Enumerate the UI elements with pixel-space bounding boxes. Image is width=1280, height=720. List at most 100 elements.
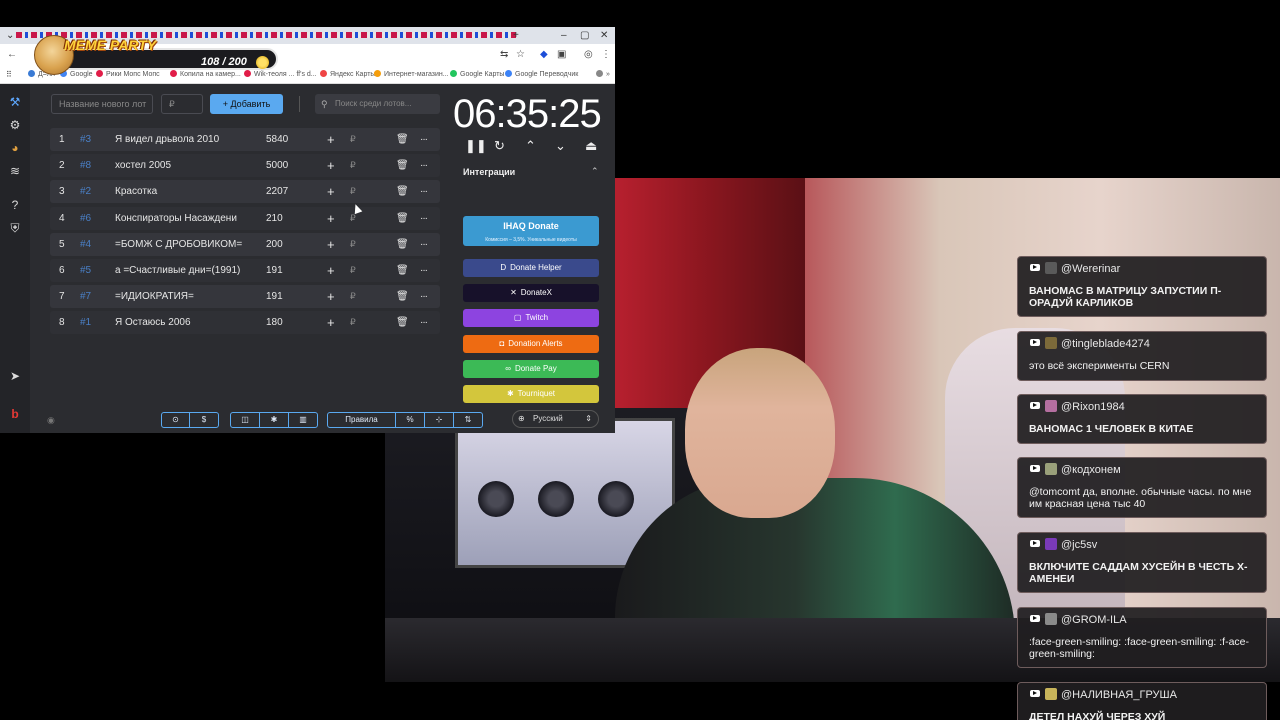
add-amount-icon[interactable]: + [327,233,335,256]
lot-id[interactable]: #6 [80,207,91,230]
trash-icon[interactable]: 🗑 [396,285,409,308]
dollar-icon[interactable]: $ [190,413,218,427]
lot-id[interactable]: #4 [80,233,91,256]
amount-input[interactable]: ₽ [350,180,356,203]
trash-icon[interactable]: 🗑 [396,128,409,151]
lot-id[interactable]: #8 [80,154,91,177]
minimize-icon[interactable]: – [561,30,567,41]
lot-row[interactable]: 2 #8 хостел 2005 5000 + ₽ 🗑 ··· [50,154,440,178]
lot-amount[interactable]: 2207 [266,180,288,203]
boosty-icon[interactable]: b [8,407,22,421]
lot-amount[interactable]: 5000 [266,154,288,177]
add-amount-icon[interactable]: + [327,285,335,308]
language-select[interactable]: ⊕ Русский ⇕ [512,410,599,428]
donation-alerts-button[interactable]: ◘ Donation Alerts [463,334,599,353]
lot-search-input[interactable]: ⚲ Поиск среди лотов... [315,94,440,114]
lot-row[interactable]: 4 #6 Конспираторы Насаждени 210 + ₽ 🗑 ··· [50,206,440,230]
lot-id[interactable]: #2 [80,180,91,203]
more-icon[interactable]: ··· [420,207,428,230]
bookmark-item[interactable]: Google Карты [450,70,504,78]
amount-input[interactable]: ₽ [350,233,356,256]
wheel-icon[interactable]: ◕ [8,141,22,155]
lot-row[interactable]: 5 #4 =БОМЖ С ДРОБОВИКОМ= 200 + ₽ 🗑 ··· [50,232,440,256]
add-amount-icon[interactable]: + [327,311,335,334]
bookmark-item[interactable]: Копила на камер... [170,70,241,78]
gear-icon[interactable]: ⚙ [8,118,22,132]
trash-icon[interactable]: 🗑 [396,154,409,177]
more-icon[interactable]: ··· [420,285,428,308]
bug-icon[interactable]: ✱ [260,413,289,427]
lot-amount[interactable]: 200 [266,233,283,256]
add-lot-button[interactable]: + Добавить [210,94,283,114]
add-amount-icon[interactable]: + [327,259,335,282]
more-icon[interactable]: ··· [420,233,428,256]
new-lot-amount-input[interactable]: ₽ [161,94,203,114]
lot-name[interactable]: Красотка [115,180,245,203]
help-icon[interactable]: ? [8,198,22,212]
lot-name[interactable]: хостел 2005 [115,154,245,177]
apps-grid-icon[interactable]: ⠿ [6,70,12,79]
lot-amount[interactable]: 180 [266,311,283,334]
new-tab-icon[interactable]: + [513,30,519,41]
trash-icon[interactable]: 🗑 [396,207,409,230]
rules-button[interactable]: Правила [328,413,396,427]
sort-icon[interactable]: ⇅ [454,413,482,427]
reset-icon[interactable]: ↻ [494,138,505,154]
bookmark-star-icon[interactable]: ☆ [516,49,525,60]
eye-icon[interactable]: ◉ [47,415,55,426]
lot-amount[interactable]: 191 [266,285,283,308]
lot-name[interactable]: а =Счастливые дни=(1991) [115,259,245,282]
percent-button[interactable]: % [396,413,425,427]
amount-input[interactable]: ₽ [350,311,356,334]
lot-row[interactable]: 1 #3 Я видел дрьвола 2010 5840 + ₽ 🗑 ··· [50,128,440,151]
add-amount-icon[interactable]: + [327,207,335,230]
lot-amount[interactable]: 210 [266,207,283,230]
chevron-down-icon[interactable]: ⌄ [555,138,566,154]
more-icon[interactable]: ··· [420,154,428,177]
lot-row[interactable]: 6 #5 а =Счастливые дни=(1991) 191 + ₽ 🗑 ··· [50,259,440,282]
gavel-icon[interactable]: ⚒ [8,95,22,109]
bookmark-item[interactable]: Яндекс Карты [320,70,375,78]
more-icon[interactable]: ··· [420,128,428,151]
shield-icon[interactable]: ⛨ [8,221,22,235]
more-bookmarks-icon[interactable]: » [596,70,610,78]
bookmark-item[interactable]: Google Переводчик [505,70,578,78]
lot-row[interactable]: 7 #7 =ИДИОКРАТИЯ= 191 + ₽ 🗑 ··· [50,285,440,309]
donatex-button[interactable]: ✕ DonateX [463,284,599,303]
extensions-icon[interactable]: ▣ [557,49,566,60]
bookmark-item[interactable]: Wik-теоля ... ff's d... [244,70,317,78]
eject-icon[interactable]: ⏏ [585,138,597,154]
twitch-button[interactable]: ▢ Twitch [463,309,599,328]
lot-name[interactable]: =ИДИОКРАТИЯ= [115,285,245,308]
more-icon[interactable]: ··· [420,180,428,203]
lot-id[interactable]: #3 [80,128,91,151]
github-icon[interactable]: ⊙ [162,413,190,427]
menu-kebab-icon[interactable]: ⋮ [601,49,611,60]
lot-row[interactable]: 3 #2 Красотка 2207 + ₽ 🗑 ··· [50,180,440,204]
new-lot-name-input[interactable]: Название нового лот [51,94,153,114]
lot-name[interactable]: =БОМЖ С ДРОБОВИКОМ= [115,233,245,256]
lot-row[interactable]: 8 #1 Я Остаюсь 2006 180 + ₽ 🗑 ··· [50,311,440,335]
amount-input[interactable]: ₽ [350,154,356,177]
add-amount-icon[interactable]: + [327,154,335,177]
close-window-icon[interactable]: ✕ [600,30,608,41]
ihaq-donate-button[interactable]: IHAQ Donate Комиссия – 3,5%. Уникальные … [463,216,599,246]
more-icon[interactable]: ··· [420,259,428,282]
amount-input[interactable]: ₽ [350,259,356,282]
lot-amount[interactable]: 5840 [266,128,288,151]
layers-icon[interactable]: ≋ [8,164,22,178]
donate-pay-button[interactable]: ∞ Donate Pay [463,359,599,378]
trash-icon[interactable]: 🗑 [396,180,409,203]
collapse-chevron-icon[interactable]: ⌃ [591,166,599,177]
lot-name[interactable]: Я Остаюсь 2006 [115,311,245,334]
lot-name[interactable]: Конспираторы Насаждени [115,207,245,230]
chevron-up-icon[interactable]: ⌃ [525,138,536,154]
trash-icon[interactable]: 🗑 [396,233,409,256]
donate-helper-button[interactable]: D Donate Helper [463,259,599,277]
add-amount-icon[interactable]: + [327,128,335,151]
lot-id[interactable]: #1 [80,311,91,334]
telegram-icon[interactable]: ➤ [8,369,22,383]
bookmark-item[interactable]: Интернет-магазин... [374,70,449,78]
lot-amount[interactable]: 191 [266,259,283,282]
maximize-icon[interactable]: ▢ [580,30,589,41]
